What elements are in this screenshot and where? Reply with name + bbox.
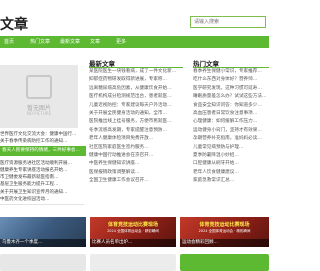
main-nav: 首页 热门文章 最新文章 文章 更多 — [0, 36, 269, 48]
list-item[interactable]: 夏季防暑降温小妙招… — [193, 152, 269, 160]
gallery-image[interactable] — [90, 254, 176, 271]
divider — [0, 204, 84, 205]
left-link[interactable]: 中医药文化进校园活动… — [0, 196, 84, 202]
gallery-image[interactable] — [180, 254, 269, 271]
list-item[interactable]: 健康中国行动推进会在京召开… — [89, 152, 183, 160]
site-logo[interactable]: 文章 — [0, 14, 28, 34]
nav-item-home[interactable]: 首页 — [4, 36, 14, 48]
search-input[interactable] — [190, 16, 266, 28]
image-headline: 体育竞技运动比赛现场 — [107, 222, 158, 228]
list-item[interactable]: 家庭急救常识汇总… — [193, 177, 269, 185]
nav-item-latest[interactable]: 最新文章 — [60, 36, 80, 48]
latest-articles-list: 某医院医生一块钱看病，成了一件文化新… 抑郁症药物研发取得新进展，专家称… 远离… — [89, 68, 183, 186]
list-item[interactable]: 高血压患者日常饮食注意事项… — [193, 110, 269, 118]
list-item[interactable]: 吃什么东西对身体好？营养师… — [193, 76, 269, 84]
image-headline: 体育竞技运动比赛现场 — [199, 222, 250, 228]
list-item[interactable]: 口腔健康从刷牙开始… — [193, 160, 269, 168]
hot-articles-list: 春季养生保健小常识，专家推荐… 吃什么东西对身体好？营养师… 医学研究发现，这种… — [193, 68, 269, 186]
list-item[interactable]: 医保报销政策调整解读… — [89, 169, 183, 177]
list-item[interactable]: 睡眠质量差怎么办？试试这些方法… — [193, 93, 269, 101]
gallery-image[interactable]: 体育竞技运动比赛现场 2024 全国体育运动会 · 精彩瞬间 比赛人员名单出炉.… — [90, 217, 176, 247]
list-item[interactable]: 孕期营养补充指南，准妈妈必读… — [193, 135, 269, 143]
list-item[interactable]: 关于开展全民健身活动的通知，全市… — [89, 110, 183, 118]
list-item[interactable]: 医疗机构成分检测规范出台，患者就医… — [89, 93, 183, 101]
list-item[interactable]: 远离糖尿病高危因素，从健康饮食开始… — [89, 85, 183, 93]
list-item[interactable]: 食品安全知识问答：你知道多少… — [193, 102, 269, 110]
list-item[interactable]: 心理健康：如何缓解工作压力… — [193, 118, 269, 126]
image-placeholder-icon — [26, 75, 52, 99]
list-item[interactable]: 社区医院家庭医生签约服务… — [89, 144, 183, 152]
left-link[interactable]: 市卫健委发布最新就医指南… — [0, 174, 84, 180]
list-item[interactable]: 运动健身小窍门，坚持才有效果… — [193, 127, 269, 135]
gallery-image[interactable] — [0, 254, 86, 271]
gallery-image[interactable]: 体育竞技运动比赛现场 2024 全国体育运动会 · 精彩瞬间 运动会精彩回顾..… — [180, 217, 269, 247]
list-item[interactable]: 春季养生保健小常识，专家推荐… — [193, 68, 269, 76]
nav-item-more[interactable]: 更多 — [116, 36, 126, 48]
list-item[interactable]: 冬季流感高发期，专家提醒注意预防… — [89, 127, 183, 135]
left-link[interactable]: 基层卫生服务能力提升工程… — [0, 181, 84, 187]
list-item[interactable]: 中医养生保健知识讲座… — [89, 160, 183, 168]
list-item[interactable]: 儿童常见病预防与护理… — [193, 144, 269, 152]
list-item[interactable]: 老年人健康体检项目免费开放… — [89, 135, 183, 143]
highlighted-article[interactable]: 春天人民要保持的情绪，三件好事会… — [0, 146, 86, 156]
left-link[interactable]: 关于春季传染病防控工作的通知… — [0, 138, 84, 144]
list-item[interactable]: 全国卫生健康工作会议召开… — [89, 177, 183, 185]
image-subline: 2024 全国体育运动会 · 精彩瞬间 — [198, 229, 251, 233]
image-caption: 乌鲁木齐一个季度... — [0, 239, 86, 247]
left-link[interactable]: 健康养生专家讲座活动报名开始… — [0, 167, 84, 173]
thumbnail-subcaption: NO PICTURE — [26, 111, 52, 116]
image-caption: 运动会精彩回顾... — [180, 239, 269, 247]
gallery-image[interactable]: 乌鲁木齐一个季度... — [0, 217, 86, 247]
left-link[interactable]: 关于开展卫生知识宣传月的通知… — [0, 189, 84, 195]
image-subline: 2024 全国体育运动会 · 精彩瞬间 — [107, 229, 159, 233]
list-item[interactable]: 老年人饮食健康建议… — [193, 169, 269, 177]
list-item[interactable]: 某医院医生一块钱看病，成了一件文化新… — [89, 68, 183, 76]
list-item[interactable]: 抑郁症药物研发取得新进展，专家称… — [89, 76, 183, 84]
left-link[interactable]: 世界医疗文化交流大会：健康中国行… — [0, 131, 84, 137]
article-thumbnail[interactable]: 暂无图片 NO PICTURE — [0, 65, 78, 128]
nav-item-hot[interactable]: 热门文章 — [30, 36, 50, 48]
list-item[interactable]: 儿童近视防控：专家建议每天户外活动… — [89, 102, 183, 110]
nav-item-articles[interactable]: 文章 — [90, 36, 100, 48]
list-item[interactable]: 医院推出线上挂号服务，方便市民就医… — [89, 118, 183, 126]
left-link[interactable]: 医疗资源服务进社区活动顺利开展… — [0, 160, 84, 166]
list-item[interactable]: 医学研究发现，这种习惯可延寿… — [193, 85, 269, 93]
image-caption: 比赛人员名单出炉... — [90, 239, 176, 247]
